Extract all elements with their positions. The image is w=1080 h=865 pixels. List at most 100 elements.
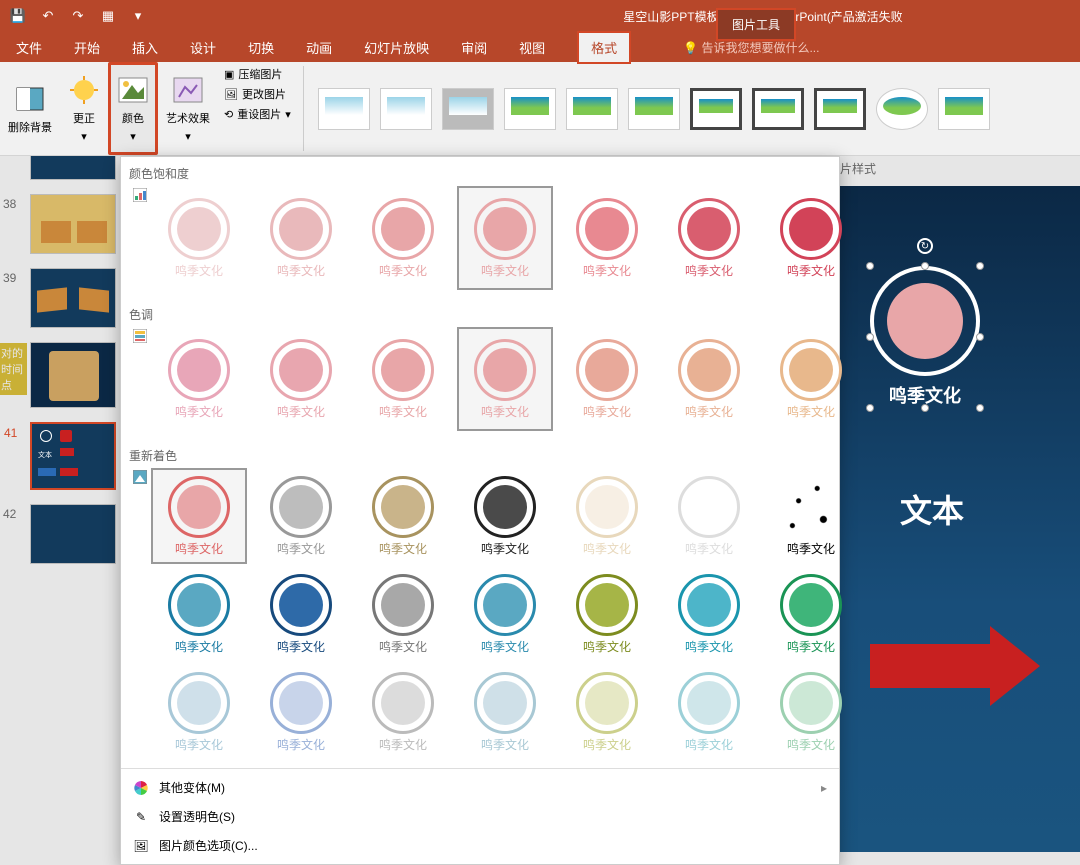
tell-me-input[interactable]: 告诉我您想要做什么... <box>683 39 819 56</box>
color-swatch[interactable]: 鸣季文化 <box>151 468 247 564</box>
color-swatch[interactable]: 鸣季文化 <box>559 327 655 431</box>
color-swatch[interactable]: 鸣季文化 <box>457 186 553 290</box>
color-swatch[interactable]: 鸣季文化 <box>763 327 859 431</box>
selected-logo-object[interactable]: ↻ 鸣季文化 <box>870 266 980 408</box>
color-swatch[interactable]: 鸣季文化 <box>661 566 757 662</box>
picture-style-11[interactable] <box>938 88 990 130</box>
resize-handle[interactable] <box>866 333 874 341</box>
color-swatch[interactable]: 鸣季文化 <box>355 566 451 662</box>
resize-handle[interactable] <box>976 404 984 412</box>
undo-icon[interactable]: ↶ <box>40 8 56 24</box>
color-swatch[interactable]: 鸣季文化 <box>151 186 247 290</box>
color-swatch[interactable]: 鸣季文化 <box>763 468 859 564</box>
recolor-row-1: 鸣季文化鸣季文化鸣季文化鸣季文化鸣季文化鸣季文化鸣季文化 <box>151 468 859 564</box>
color-swatch[interactable]: 鸣季文化 <box>457 566 553 662</box>
tab-insert[interactable]: 插入 <box>132 38 158 57</box>
picture-style-3[interactable] <box>442 88 494 130</box>
color-swatch[interactable]: 鸣季文化 <box>559 468 655 564</box>
color-swatch[interactable]: 鸣季文化 <box>661 186 757 290</box>
tab-home[interactable]: 开始 <box>74 38 100 57</box>
slide-thumb-39[interactable]: 39 <box>30 268 116 328</box>
reset-picture-button[interactable]: ⟲重设图片 ▾ <box>224 106 291 122</box>
color-swatch[interactable]: 鸣季文化 <box>661 327 757 431</box>
slide-thumbnails-panel[interactable]: 38 39 40 对的时间点 41 文本 42 <box>0 156 120 852</box>
more-variations-item[interactable]: 其他变体(M) ▸ <box>121 773 839 802</box>
color-swatch[interactable]: 鸣季文化 <box>355 186 451 290</box>
rotate-handle-icon[interactable]: ↻ <box>917 238 933 254</box>
color-swatch[interactable]: 鸣季文化 <box>253 664 349 760</box>
compress-picture-button[interactable]: ▣压缩图片 <box>224 66 291 82</box>
set-transparent-item[interactable]: ✎ 设置透明色(S) <box>121 802 839 831</box>
chevron-down-icon: ▾ <box>81 130 87 143</box>
title-bar: 💾 ↶ ↷ ▦ ▾ 图片工具 星空山影PPT模板 2.pptx - PowerP… <box>0 0 1080 32</box>
color-swatch[interactable]: 鸣季文化 <box>559 664 655 760</box>
color-swatch[interactable]: 鸣季文化 <box>355 468 451 564</box>
picture-style-2[interactable] <box>380 88 432 130</box>
tab-review[interactable]: 审阅 <box>461 38 487 57</box>
color-swatch[interactable]: 鸣季文化 <box>763 664 859 760</box>
color-swatch[interactable]: 鸣季文化 <box>457 664 553 760</box>
resize-handle[interactable] <box>976 262 984 270</box>
color-swatch[interactable]: 鸣季文化 <box>457 468 553 564</box>
remove-background-button[interactable]: 删除背景 <box>0 62 60 155</box>
red-arrow-body[interactable] <box>870 644 990 688</box>
tab-animations[interactable]: 动画 <box>306 38 332 57</box>
color-swatch[interactable]: 鸣季文化 <box>151 327 247 431</box>
dropdown-bottom-menu: 其他变体(M) ▸ ✎ 设置透明色(S) 🖼 图片颜色选项(C)... <box>121 768 839 864</box>
color-dropdown: 颜色饱和度 鸣季文化鸣季文化鸣季文化鸣季文化鸣季文化鸣季文化鸣季文化 色调 鸣季… <box>120 156 840 865</box>
resize-handle[interactable] <box>976 333 984 341</box>
color-swatch[interactable]: 鸣季文化 <box>253 468 349 564</box>
start-slideshow-icon[interactable]: ▦ <box>100 8 116 24</box>
color-swatch[interactable]: 鸣季文化 <box>661 468 757 564</box>
color-button[interactable]: 颜色▾ <box>108 62 158 155</box>
redo-icon[interactable]: ↷ <box>70 8 86 24</box>
slide-canvas[interactable]: ↻ 鸣季文化 文本 <box>830 186 1080 852</box>
picture-style-1[interactable] <box>318 88 370 130</box>
tab-slideshow[interactable]: 幻灯片放映 <box>364 38 429 57</box>
picture-style-5[interactable] <box>566 88 618 130</box>
red-arrow-head[interactable] <box>990 626 1040 706</box>
color-swatch[interactable]: 鸣季文化 <box>355 327 451 431</box>
color-swatch[interactable]: 鸣季文化 <box>355 664 451 760</box>
artistic-effects-button[interactable]: 艺术效果▾ <box>158 62 218 155</box>
adjust-small-buttons: ▣压缩图片 🖼更改图片 ⟲重设图片 ▾ <box>218 62 297 155</box>
picture-style-8[interactable] <box>752 88 804 130</box>
picture-style-7[interactable] <box>690 88 742 130</box>
text-placeholder[interactable]: 文本 <box>900 486 964 532</box>
color-swatch[interactable]: 鸣季文化 <box>151 664 247 760</box>
slide-thumb-41[interactable]: 41 文本 <box>30 422 116 490</box>
color-swatch[interactable]: 鸣季文化 <box>763 186 859 290</box>
resize-handle[interactable] <box>921 262 929 270</box>
slide-thumb-37[interactable] <box>30 156 116 180</box>
color-swatch[interactable]: 鸣季文化 <box>559 566 655 662</box>
slide-thumb-40[interactable]: 40 对的时间点 <box>30 342 116 408</box>
slide-thumb-42[interactable]: 42 <box>30 504 116 564</box>
picture-style-4[interactable] <box>504 88 556 130</box>
slide-thumb-38[interactable]: 38 <box>30 194 116 254</box>
save-icon[interactable]: 💾 <box>10 8 26 24</box>
color-swatch[interactable]: 鸣季文化 <box>661 664 757 760</box>
qat-customize-icon[interactable]: ▾ <box>130 8 146 24</box>
contextual-tab-picture-tools[interactable]: 图片工具 <box>716 8 796 41</box>
color-swatch[interactable]: 鸣季文化 <box>253 186 349 290</box>
tab-view[interactable]: 视图 <box>519 38 545 57</box>
corrections-button[interactable]: 更正▾ <box>60 62 108 155</box>
color-swatch[interactable]: 鸣季文化 <box>253 566 349 662</box>
color-swatch[interactable]: 鸣季文化 <box>457 327 553 431</box>
picture-style-10[interactable] <box>876 88 928 130</box>
color-swatch[interactable]: 鸣季文化 <box>253 327 349 431</box>
resize-handle[interactable] <box>921 404 929 412</box>
tab-format[interactable]: 格式 <box>577 31 631 64</box>
color-swatch[interactable]: 鸣季文化 <box>763 566 859 662</box>
resize-handle[interactable] <box>866 262 874 270</box>
color-swatch[interactable]: 鸣季文化 <box>151 566 247 662</box>
picture-style-9[interactable] <box>814 88 866 130</box>
change-picture-button[interactable]: 🖼更改图片 <box>224 86 291 102</box>
picture-style-6[interactable] <box>628 88 680 130</box>
tab-transitions[interactable]: 切换 <box>248 38 274 57</box>
color-swatch[interactable]: 鸣季文化 <box>559 186 655 290</box>
color-options-item[interactable]: 🖼 图片颜色选项(C)... <box>121 831 839 860</box>
tab-file[interactable]: 文件 <box>16 38 42 57</box>
tab-design[interactable]: 设计 <box>190 38 216 57</box>
resize-handle[interactable] <box>866 404 874 412</box>
